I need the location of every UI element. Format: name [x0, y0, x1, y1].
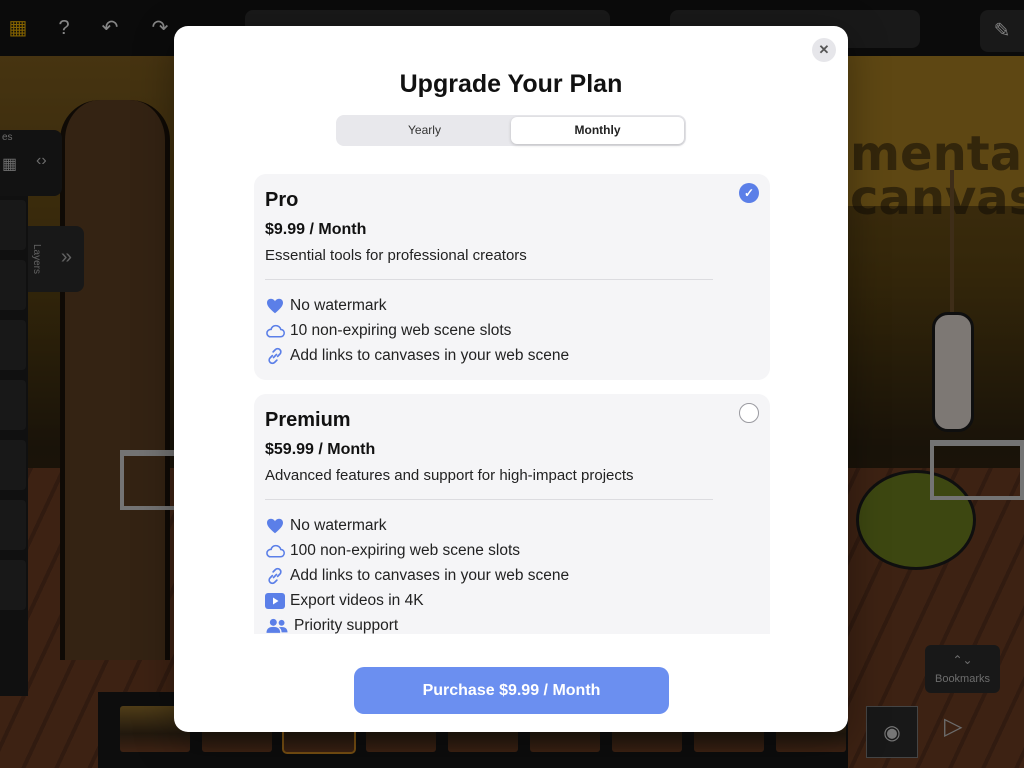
link-icon — [265, 566, 285, 586]
plan-card-pro[interactable]: ✓ Pro $9.99 / Month Essential tools for … — [254, 174, 770, 380]
plan-list: ✓ Pro $9.99 / Month Essential tools for … — [254, 174, 770, 634]
upgrade-plan-dialog: ✕ Upgrade Your Plan Yearly Monthly ✓ Pro… — [174, 26, 848, 732]
purchase-button[interactable]: Purchase $9.99 / Month — [354, 667, 669, 714]
feature-label: 100 non-expiring web scene slots — [290, 541, 521, 559]
plan-name: Pro — [265, 189, 299, 211]
feature-label: Priority support — [294, 616, 399, 634]
plan-price: $59.99 / Month — [265, 441, 376, 458]
feature-item: Add links to canvases in your web scene — [265, 563, 759, 588]
cloud-icon — [265, 321, 285, 341]
video-icon — [265, 591, 285, 611]
feature-item: 10 non-expiring web scene slots — [265, 318, 759, 343]
heart-icon — [265, 516, 285, 536]
plan-description: Advanced features and support for high-i… — [265, 467, 634, 484]
heart-icon — [265, 296, 285, 316]
link-icon — [265, 346, 285, 366]
unselected-radio-icon[interactable] — [739, 403, 759, 423]
feature-label: No watermark — [290, 296, 387, 314]
feature-item: Export videos in 4K — [265, 588, 759, 613]
dialog-title: Upgrade Your Plan — [399, 70, 623, 98]
cloud-icon — [265, 541, 285, 561]
plan-card-premium[interactable]: Premium $59.99 / Month Advanced features… — [254, 394, 770, 634]
tab-monthly[interactable]: Monthly — [511, 117, 684, 144]
feature-label: Export videos in 4K — [290, 591, 424, 609]
plan-price: $9.99 / Month — [265, 221, 367, 238]
feature-item: Add links to canvases in your web scene — [265, 343, 759, 368]
feature-label: Add links to canvases in your web scene — [290, 346, 570, 364]
feature-item: Priority support — [265, 613, 759, 634]
feature-item: No watermark — [265, 293, 759, 318]
tab-yearly[interactable]: Yearly — [338, 117, 511, 144]
feature-label: Add links to canvases in your web scene — [290, 566, 570, 584]
feature-item: 100 non-expiring web scene slots — [265, 538, 759, 563]
close-button[interactable]: ✕ — [812, 38, 836, 62]
feature-item: No watermark — [265, 513, 759, 538]
divider — [265, 499, 713, 500]
plan-description: Essential tools for professional creator… — [265, 247, 527, 264]
plan-name: Premium — [265, 409, 351, 431]
divider — [265, 279, 713, 280]
people-icon — [265, 616, 289, 635]
feature-label: No watermark — [290, 516, 387, 534]
feature-label: 10 non-expiring web scene slots — [290, 321, 512, 339]
billing-period-toggle: Yearly Monthly — [336, 115, 686, 146]
selected-check-icon[interactable]: ✓ — [739, 183, 759, 203]
